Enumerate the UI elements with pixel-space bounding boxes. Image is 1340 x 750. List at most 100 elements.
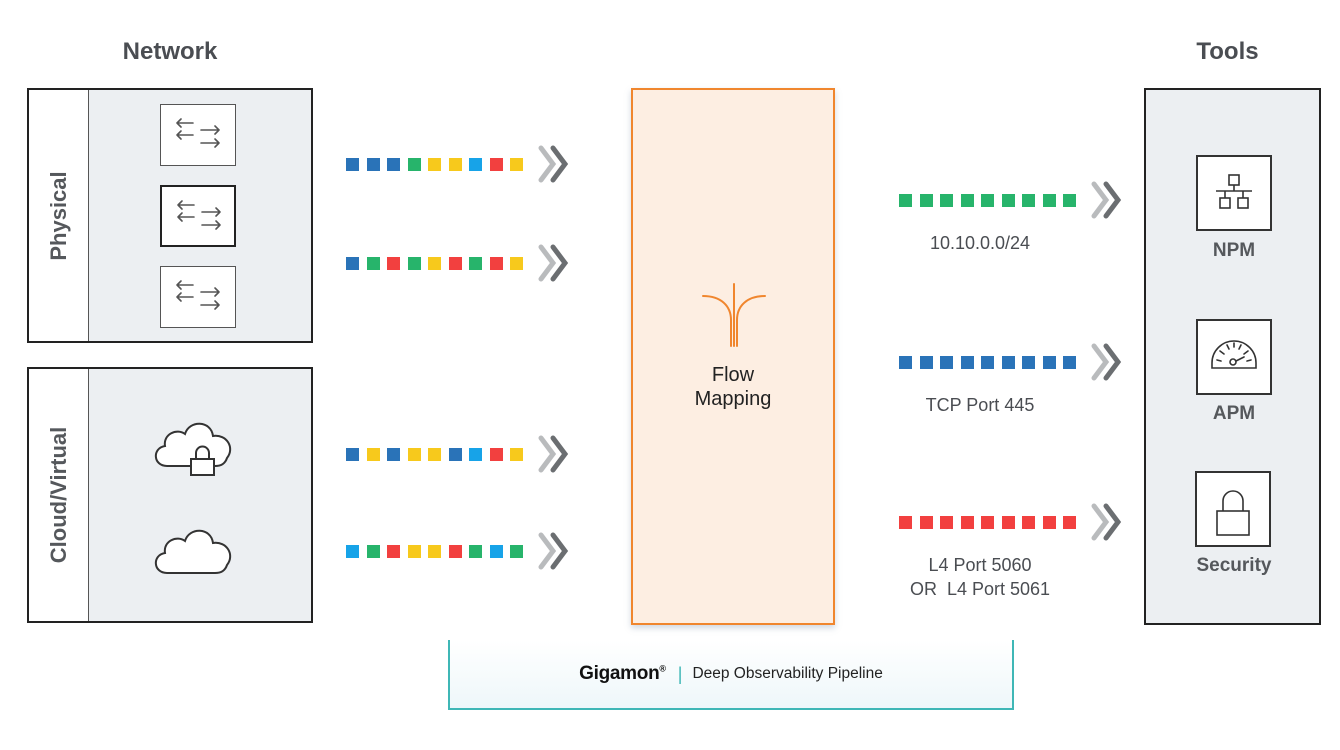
filter-rule-label: TCP Port 445 [925, 395, 1035, 415]
packet-blue [1022, 355, 1035, 369]
packet-red [940, 515, 953, 529]
packet-lightblue [469, 447, 482, 461]
switch-icon [160, 185, 236, 247]
packet-green [1063, 193, 1076, 207]
packet-green [981, 193, 994, 207]
packet-green [366, 256, 380, 270]
input-packet-stream [346, 145, 571, 183]
packet-green [1042, 193, 1056, 207]
packet-yellow [428, 544, 441, 558]
filter-rule-label: L4 Port 5060 OR L4 Port 5061 [909, 555, 1051, 599]
packet-red [448, 544, 462, 558]
packet-red [1001, 515, 1015, 529]
network-title: Network [122, 38, 218, 65]
packet-blue [346, 256, 359, 270]
packet-green [407, 256, 421, 270]
packet-lightblue [489, 544, 503, 558]
packet-yellow [448, 157, 462, 171]
flow-mapping-label: Flow Mapping [694, 364, 772, 410]
packet-green [469, 544, 482, 558]
secure-cloud-icon [154, 422, 232, 476]
npm-label: NPM [1212, 240, 1256, 261]
double-chevron-right-icon [538, 145, 568, 183]
packet-blue [899, 355, 912, 369]
packet-green [1022, 193, 1035, 207]
packet-green [919, 193, 933, 207]
input-packet-stream [346, 435, 571, 473]
packet-red [1063, 515, 1076, 529]
packet-green [960, 193, 974, 207]
packet-green [1001, 193, 1015, 207]
packet-blue [346, 157, 359, 171]
output-packet-stream [899, 503, 1124, 541]
packet-green [366, 544, 380, 558]
cloud-label: Cloud/Virtual [45, 426, 71, 564]
flow-mapping-icon [702, 283, 766, 347]
packet-red [919, 515, 933, 529]
npm-tool-box [1196, 155, 1272, 231]
packet-blue [1001, 355, 1015, 369]
double-chevron-right-icon [538, 244, 568, 282]
packet-yellow [366, 447, 380, 461]
packet-green [899, 193, 912, 207]
packet-blue [448, 447, 462, 461]
packet-yellow [510, 447, 523, 461]
gigamon-logo: Gigamon® [579, 663, 666, 684]
apm-tool-box [1196, 319, 1272, 395]
packet-red [981, 515, 994, 529]
packet-lightblue [346, 544, 359, 558]
packet-red [489, 157, 503, 171]
physical-panel: Physical [27, 88, 313, 343]
apm-label: APM [1212, 403, 1256, 424]
input-packet-stream [346, 532, 571, 570]
output-packet-stream [899, 343, 1124, 381]
double-chevron-right-icon [1091, 343, 1121, 381]
deep-observability-pipeline-banner: Gigamon® | Deep Observability Pipeline [448, 640, 1014, 710]
physical-label: Physical [45, 170, 71, 261]
packet-blue [1063, 355, 1076, 369]
physical-label-column: Physical [29, 90, 89, 341]
packet-green [940, 193, 953, 207]
packet-yellow [428, 256, 441, 270]
lock-icon [1216, 490, 1250, 536]
packet-red [1022, 515, 1035, 529]
cloud-label-column: Cloud/Virtual [29, 369, 89, 621]
double-chevron-right-icon [538, 532, 568, 570]
pipeline-tagline: Deep Observability Pipeline [692, 665, 883, 682]
packet-lightblue [469, 157, 482, 171]
packet-blue [366, 157, 380, 171]
filter-rule-label: 10.10.0.0/24 [929, 233, 1031, 253]
packet-blue [346, 447, 359, 461]
packet-red [489, 256, 503, 270]
flow-mapping-box: Flow Mapping [631, 88, 835, 625]
packet-yellow [407, 544, 421, 558]
packet-blue [387, 157, 400, 171]
packet-red [1042, 515, 1056, 529]
cloud-icon [154, 529, 232, 574]
packet-blue [1042, 355, 1056, 369]
packet-red [489, 447, 503, 461]
output-packet-stream [899, 181, 1124, 219]
switch-icon [160, 104, 236, 166]
network-topology-icon [1216, 174, 1252, 209]
packet-yellow [428, 157, 441, 171]
packet-yellow [428, 447, 441, 461]
gauge-icon [1211, 340, 1257, 369]
double-chevron-right-icon [1091, 181, 1121, 219]
packet-green [469, 256, 482, 270]
packet-blue [919, 355, 933, 369]
tools-title: Tools [1196, 38, 1259, 65]
cloud-panel: Cloud/Virtual [27, 367, 313, 623]
switch-icon [160, 266, 236, 328]
packet-blue [940, 355, 953, 369]
packet-blue [387, 447, 400, 461]
packet-red [387, 256, 400, 270]
packet-yellow [407, 447, 421, 461]
packet-blue [981, 355, 994, 369]
packet-yellow [510, 157, 523, 171]
input-packet-stream [346, 244, 571, 282]
tools-panel: NPM APM Security [1144, 88, 1321, 625]
packet-red [899, 515, 912, 529]
security-label: Security [1196, 555, 1272, 576]
packet-green [510, 544, 523, 558]
